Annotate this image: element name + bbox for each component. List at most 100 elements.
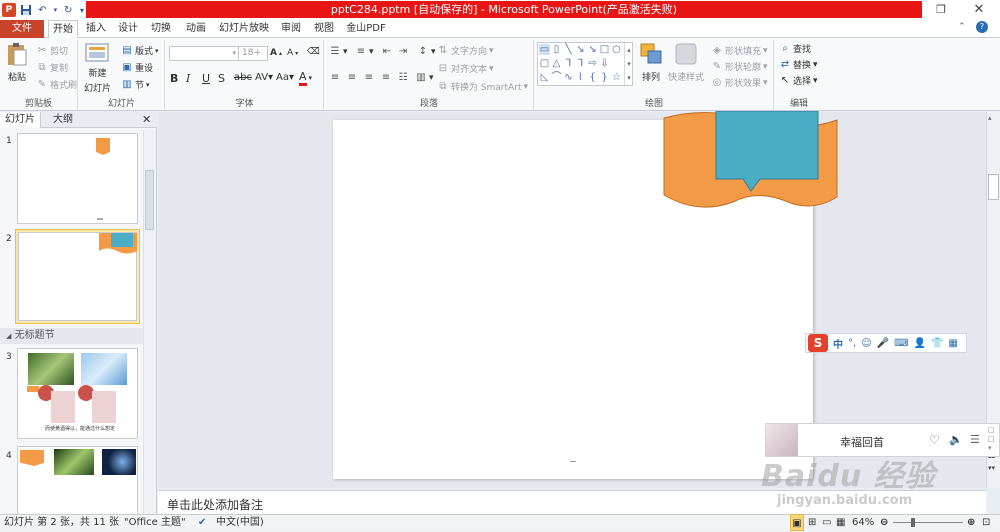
rectangle-shape-icon[interactable]: □ bbox=[599, 44, 610, 55]
select-button[interactable]: ↖ 选择 ▾ bbox=[779, 74, 818, 88]
curve-shape-icon[interactable]: ∿ bbox=[563, 72, 574, 83]
textbox-shape-icon[interactable]: ▭ bbox=[539, 44, 550, 55]
italic-button[interactable]: I bbox=[186, 72, 190, 85]
copy-button[interactable]: ⧉ 复制 bbox=[36, 61, 68, 75]
tab-view[interactable]: 视图 bbox=[311, 20, 337, 38]
replace-button[interactable]: ⇄ 替换 ▾ bbox=[779, 58, 818, 72]
chevron-down-icon[interactable]: ▾ bbox=[52, 3, 58, 17]
reset-button[interactable]: ▣ 重设 bbox=[121, 61, 153, 75]
gallery-scroll-icon[interactable]: ▴ ▾ ▾ bbox=[624, 43, 633, 85]
rounded-rect-icon[interactable]: ▢ bbox=[539, 58, 550, 69]
vertical-textbox-icon[interactable]: ▯ bbox=[551, 44, 562, 55]
shape-outline-button[interactable]: ✎ 形状轮廓 ▾ bbox=[711, 60, 768, 74]
ribbon-banner-shape[interactable] bbox=[663, 111, 839, 219]
right-arrow-shape-icon[interactable]: ⇨ bbox=[587, 58, 598, 69]
star-shape-icon[interactable]: ☆ bbox=[611, 72, 622, 83]
ime-mode[interactable]: 中 bbox=[833, 336, 843, 351]
help-icon[interactable]: ? bbox=[976, 21, 988, 33]
redo-icon[interactable]: ↻ bbox=[61, 3, 75, 17]
freeform-shape-icon[interactable]: ⌇ bbox=[575, 72, 586, 83]
popup-controls-icon[interactable]: □ □ ▾ bbox=[988, 426, 995, 453]
new-slide-button[interactable]: 新建 幻灯片 bbox=[84, 42, 111, 94]
tab-animations[interactable]: 动画 bbox=[182, 20, 210, 38]
shrink-font-button[interactable]: A ▾ bbox=[287, 48, 298, 58]
rtriangle-shape-icon[interactable]: ◺ bbox=[539, 72, 550, 83]
char-spacing-button[interactable]: AV▾ bbox=[255, 72, 273, 83]
decrease-indent-button[interactable]: ⇤ bbox=[381, 46, 393, 58]
tab-insert[interactable]: 插入 bbox=[83, 20, 109, 38]
down-arrow-shape-icon[interactable]: ⇩ bbox=[599, 58, 610, 69]
tab-home[interactable]: 开始 bbox=[48, 20, 78, 39]
theme-status[interactable]: "Office 主题" bbox=[124, 514, 186, 531]
emoji-icon[interactable]: ☺ bbox=[861, 338, 871, 349]
tab-design[interactable]: 设计 bbox=[115, 20, 141, 38]
close-panel-icon[interactable]: ✕ bbox=[142, 113, 151, 126]
underline-button[interactable]: U bbox=[202, 72, 210, 85]
shape-fill-button[interactable]: ◈ 形状填充 ▾ bbox=[711, 44, 767, 58]
spellcheck-icon[interactable]: ✔ bbox=[198, 514, 206, 531]
collapse-section-icon[interactable]: ◢ bbox=[6, 332, 11, 340]
section-button[interactable]: ▥ 节 ▾ bbox=[121, 78, 149, 92]
numbering-button[interactable]: ≡ ▾ bbox=[355, 46, 374, 58]
tab-outline[interactable]: 大纲 bbox=[48, 112, 78, 128]
slide-thumbnail-4[interactable] bbox=[17, 446, 138, 514]
panel-scrollbar[interactable] bbox=[143, 130, 155, 514]
line-spacing-button[interactable]: ↕ ▾ bbox=[417, 46, 436, 58]
bold-button[interactable]: B bbox=[170, 72, 178, 85]
arc-connector-icon[interactable]: ⌒ bbox=[551, 72, 562, 83]
elbow-connector-icon[interactable]: ⅂ bbox=[563, 58, 574, 69]
left-brace-icon[interactable]: { bbox=[587, 72, 598, 83]
restore-window-icon[interactable]: ❐ bbox=[930, 2, 952, 18]
font-size-box[interactable]: 18+ bbox=[238, 46, 268, 61]
quick-styles-button[interactable]: 快速样式 bbox=[668, 42, 704, 83]
align-center-button[interactable]: ≡ bbox=[346, 72, 358, 84]
layout-button[interactable]: ▤ 版式 ▾ bbox=[121, 44, 158, 58]
tab-kingsoft-pdf[interactable]: 金山PDF bbox=[344, 20, 388, 38]
scroll-thumb[interactable] bbox=[988, 174, 999, 200]
undo-icon[interactable]: ↶ bbox=[36, 3, 50, 17]
slide-thumbnail-2[interactable] bbox=[18, 232, 137, 321]
user-icon[interactable]: 👤 bbox=[914, 338, 926, 349]
oval-shape-icon[interactable]: ○ bbox=[611, 44, 622, 55]
sogou-logo-icon[interactable]: S bbox=[808, 334, 828, 352]
skin-icon[interactable]: 👕 bbox=[931, 338, 943, 349]
line-shape-icon[interactable]: ╲ bbox=[563, 44, 574, 55]
paste-button[interactable]: 粘贴 bbox=[6, 42, 28, 83]
tab-file[interactable]: 文件 bbox=[0, 20, 44, 38]
tab-slideshow[interactable]: 幻灯片放映 bbox=[218, 20, 270, 38]
customize-qat-icon[interactable]: ▾ bbox=[78, 3, 86, 17]
font-color-button[interactable]: A ▾ bbox=[299, 70, 312, 86]
grow-font-button[interactable]: A ▴ bbox=[270, 48, 282, 58]
keyboard-icon[interactable]: ⌨ bbox=[894, 338, 908, 349]
bullets-button[interactable]: ☰ ▾ bbox=[329, 46, 348, 58]
slide-thumbnail-3[interactable]: 而使黄酒得以，能通过什么想定 bbox=[17, 348, 138, 439]
arrow-line-icon[interactable]: ↘ bbox=[575, 44, 586, 55]
justify-button[interactable]: ≡ bbox=[380, 72, 392, 84]
scroll-up-icon[interactable]: ▴ bbox=[988, 114, 992, 122]
right-brace-icon[interactable]: } bbox=[599, 72, 610, 83]
double-arrow-line-icon[interactable]: ↘ bbox=[587, 44, 598, 55]
align-left-button[interactable]: ≡ bbox=[329, 72, 341, 84]
close-window-icon[interactable]: ✕ bbox=[968, 2, 990, 18]
elbow-arrow-icon[interactable]: ⅂ bbox=[575, 58, 586, 69]
current-slide[interactable] bbox=[333, 111, 838, 479]
increase-indent-button[interactable]: ⇥ bbox=[397, 46, 409, 58]
find-button[interactable]: ⌕ 查找 bbox=[779, 42, 811, 56]
panel-scroll-thumb[interactable] bbox=[145, 170, 154, 230]
punctuation-icon[interactable]: °, bbox=[848, 338, 856, 349]
triangle-shape-icon[interactable]: △ bbox=[551, 58, 562, 69]
shapes-gallery[interactable]: ▭ ▯ ╲ ↘ ↘ □ ○ ▢ △ ⅂ ⅂ ⇨ ⇩ ◺ ⌒ ∿ ⌇ { } ☆ … bbox=[537, 42, 633, 86]
language-status[interactable]: 中文(中国) bbox=[216, 514, 264, 531]
save-icon[interactable] bbox=[19, 3, 33, 17]
clear-format-icon[interactable]: ⌫ bbox=[307, 47, 320, 57]
font-name-box[interactable]: ▾ bbox=[169, 46, 239, 61]
next-slide-icon[interactable]: ▾▾ bbox=[988, 464, 995, 472]
section-header[interactable]: ◢ 无标题节 bbox=[0, 328, 143, 344]
tab-slides[interactable]: 幻灯片 bbox=[0, 112, 41, 128]
shadow-button[interactable]: S bbox=[218, 72, 225, 85]
shape-effects-button[interactable]: ◎ 形状效果 ▾ bbox=[711, 76, 768, 90]
text-direction-button[interactable]: ⇅ 文字方向 ▾ bbox=[437, 44, 494, 58]
fit-slide-icon[interactable]: ⊡ bbox=[982, 514, 990, 531]
align-text-button[interactable]: ⊟ 对齐文本 ▾ bbox=[437, 62, 494, 76]
cut-button[interactable]: ✂ 剪切 bbox=[36, 44, 68, 58]
